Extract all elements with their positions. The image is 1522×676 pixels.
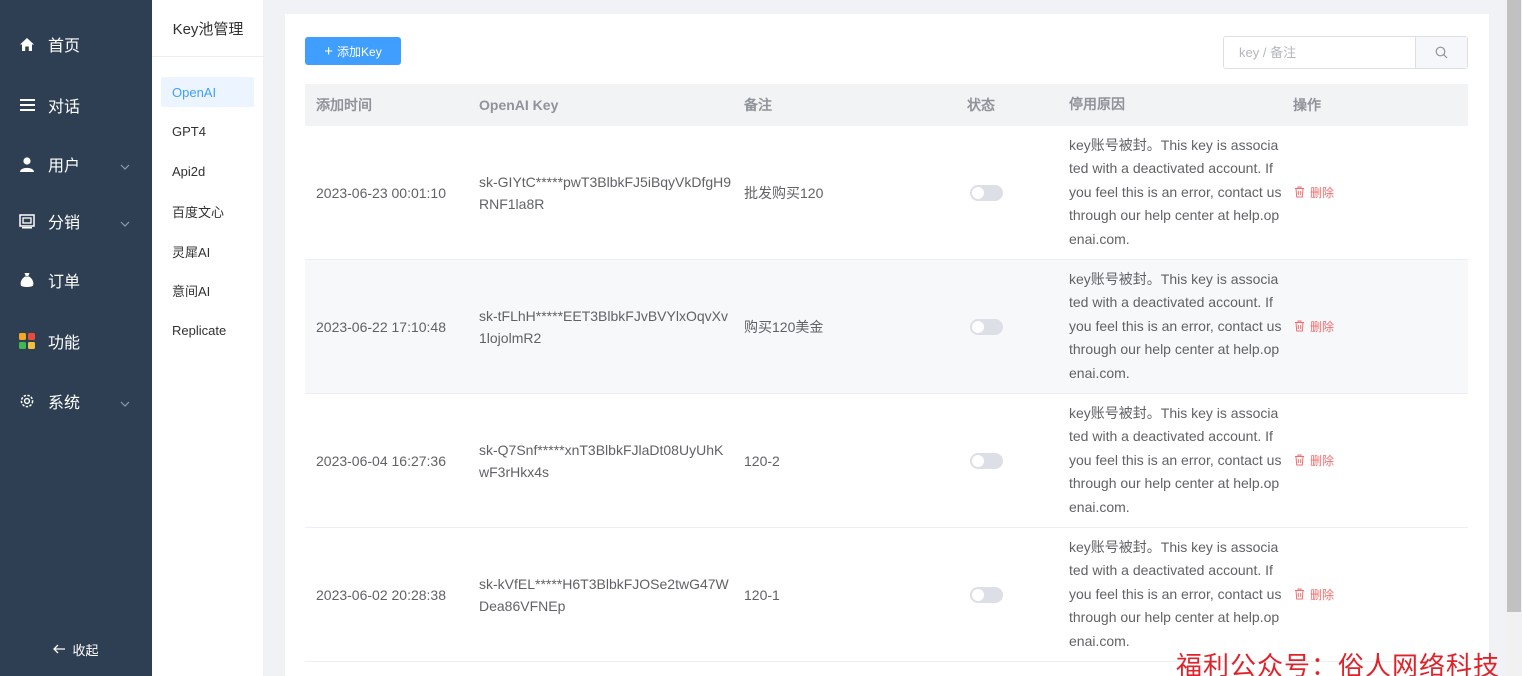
status-toggle[interactable] <box>970 453 1003 470</box>
nav-item-chat[interactable]: 对话 <box>0 85 152 125</box>
cell-key: sk-Q7Snf*****xnT3BlbkFJlaDt08UyUhKwF3rHk… <box>479 441 724 480</box>
cell-reason: key账号被封。This key is associated with a de… <box>1069 270 1282 381</box>
distribution-icon <box>18 212 36 230</box>
cell-reason: key账号被封。This key is associated with a de… <box>1069 538 1282 649</box>
nav-item-distribution[interactable]: 分销 <box>0 201 152 241</box>
search-button[interactable] <box>1415 37 1467 68</box>
submenu-item-gpt4[interactable]: GPT4 <box>161 116 254 146</box>
table-header: 添加时间 OpenAI Key 备注 状态 停用原因 操作 <box>305 84 1468 126</box>
nav-label: 用户 <box>48 158 81 175</box>
delete-button[interactable]: 删除 <box>1293 586 1334 603</box>
menu-lines-icon <box>18 96 36 114</box>
plus-icon: + <box>324 42 334 60</box>
content-card: + 添加Key 添加时间 OpenAI Key 备注 状态 停用原因 操作 20… <box>285 14 1489 676</box>
cell-time: 2023-06-02 20:28:38 <box>316 586 446 603</box>
delete-label: 删除 <box>1310 319 1335 334</box>
add-key-label: 添加Key <box>337 44 382 59</box>
cell-key: sk-kVfEL*****H6T3BlbkFJOSe2twG47WDea86VF… <box>479 575 729 614</box>
trash-icon <box>1294 186 1305 198</box>
column-header: 添加时间 <box>316 97 372 113</box>
trash-icon <box>1294 320 1305 332</box>
toggle-knob <box>972 187 984 200</box>
toggle-knob <box>972 589 984 602</box>
submenu-item-yijian-ai[interactable]: 意间AI <box>161 275 254 305</box>
keys-table: 添加时间 OpenAI Key 备注 状态 停用原因 操作 2023-06-23… <box>305 84 1468 662</box>
cell-key: sk-tFLhH*****EET3BlbkFJvBVYlxOqvXv1lojol… <box>479 307 728 346</box>
main-sidebar: 首页 对话 用户 分销 订单 功能 系统 收起 <box>0 0 152 676</box>
cell-note: 120-2 <box>744 452 780 469</box>
column-header: 状态 <box>967 97 995 113</box>
column-header: 操作 <box>1293 97 1321 113</box>
nav-item-orders[interactable]: 订单 <box>0 260 152 300</box>
nav-label: 订单 <box>48 274 81 291</box>
toggle-knob <box>972 455 984 468</box>
column-header: OpenAI Key <box>479 97 559 113</box>
gear-icon <box>18 392 36 410</box>
user-icon <box>18 155 36 173</box>
table-row: 2023-06-23 00:01:10 sk-GIYtC*****pwT3Blb… <box>305 126 1468 260</box>
delete-button[interactable]: 删除 <box>1293 184 1334 201</box>
grid-icon <box>18 332 36 350</box>
toggle-knob <box>972 321 984 334</box>
cell-time: 2023-06-04 16:27:36 <box>316 452 446 469</box>
page-scrollbar[interactable] <box>1506 0 1522 676</box>
delete-label: 删除 <box>1310 453 1335 468</box>
chevron-down-icon <box>120 157 130 175</box>
nav-label: 首页 <box>48 38 81 55</box>
table-row: 2023-06-04 16:27:36 sk-Q7Snf*****xnT3Blb… <box>305 394 1468 528</box>
add-key-button[interactable]: + 添加Key <box>305 37 401 65</box>
nav-label: 分销 <box>48 215 81 232</box>
cell-reason: key账号被封。This key is associated with a de… <box>1069 136 1282 247</box>
chevron-down-icon <box>120 394 130 412</box>
cell-time: 2023-06-22 17:10:48 <box>316 318 446 335</box>
cell-note: 批发购买120 <box>744 184 824 201</box>
nav-item-features[interactable]: 功能 <box>0 321 152 361</box>
submenu-item-baidu-wenxin[interactable]: 百度文心 <box>161 196 254 226</box>
search-box <box>1223 36 1468 69</box>
home-icon <box>18 35 36 53</box>
collapse-button[interactable]: 收起 <box>0 634 152 664</box>
delete-label: 删除 <box>1310 587 1335 602</box>
trash-icon <box>1294 588 1305 600</box>
cell-reason: key账号被封。This key is associated with a de… <box>1069 404 1282 515</box>
nav-item-users[interactable]: 用户 <box>0 144 152 184</box>
trash-icon <box>1294 454 1305 466</box>
nav-label: 系统 <box>48 395 81 412</box>
submenu-item-api2d[interactable]: Api2d <box>161 156 254 186</box>
table-row: 2023-06-22 17:10:48 sk-tFLhH*****EET3Blb… <box>305 260 1468 394</box>
submenu-item-replicate[interactable]: Replicate <box>161 315 254 345</box>
key-pool-menu: Key池管理 OpenAI GPT4 Api2d 百度文心 灵犀AI 意间AI … <box>152 0 264 676</box>
submenu-item-lingxi-ai[interactable]: 灵犀AI <box>161 236 254 266</box>
nav-label: 功能 <box>48 335 81 352</box>
nav-item-system[interactable]: 系统 <box>0 381 152 421</box>
submenu-item-openai[interactable]: OpenAI <box>161 77 254 107</box>
status-toggle[interactable] <box>970 185 1003 202</box>
cell-time: 2023-06-23 00:01:10 <box>316 184 446 201</box>
cell-note: 购买120美金 <box>744 318 824 335</box>
delete-button[interactable]: 删除 <box>1293 452 1334 469</box>
nav-label: 对话 <box>48 99 81 116</box>
search-icon <box>1435 46 1448 59</box>
cell-key: sk-GIYtC*****pwT3BlbkFJ5iBqyVkDfgH9RNF1l… <box>479 173 732 212</box>
column-header: 备注 <box>744 97 772 113</box>
status-toggle[interactable] <box>970 587 1003 604</box>
collapse-label: 收起 <box>72 642 99 658</box>
delete-label: 删除 <box>1310 185 1335 200</box>
cell-note: 120-1 <box>744 586 780 603</box>
table-row: 2023-06-02 20:28:38 sk-kVfEL*****H6T3Blb… <box>305 528 1468 662</box>
scrollbar-thumb[interactable] <box>1507 0 1521 612</box>
column-header: 停用原因 <box>1069 96 1125 113</box>
submenu-title: Key池管理 <box>152 0 264 57</box>
arrow-left-icon <box>53 641 66 657</box>
delete-button[interactable]: 删除 <box>1293 318 1334 335</box>
money-bag-icon <box>18 271 36 289</box>
nav-item-home[interactable]: 首页 <box>0 24 152 64</box>
watermark-text: 福利公众号：俗人网络科技 <box>1176 652 1501 676</box>
status-toggle[interactable] <box>970 319 1003 336</box>
search-input[interactable] <box>1224 37 1415 68</box>
chevron-down-icon <box>120 214 130 232</box>
